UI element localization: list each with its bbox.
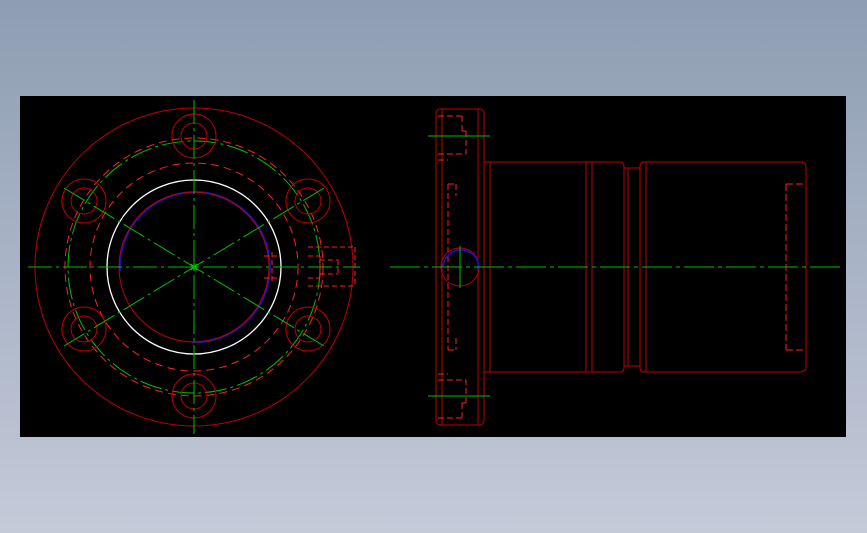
cad-drawing bbox=[28, 100, 840, 434]
cad-drawing-canvas[interactable] bbox=[20, 96, 846, 437]
front-view bbox=[28, 100, 360, 434]
center-mark bbox=[190, 263, 198, 271]
side-view bbox=[390, 108, 840, 426]
flange-hole-centerlines bbox=[428, 135, 490, 397]
